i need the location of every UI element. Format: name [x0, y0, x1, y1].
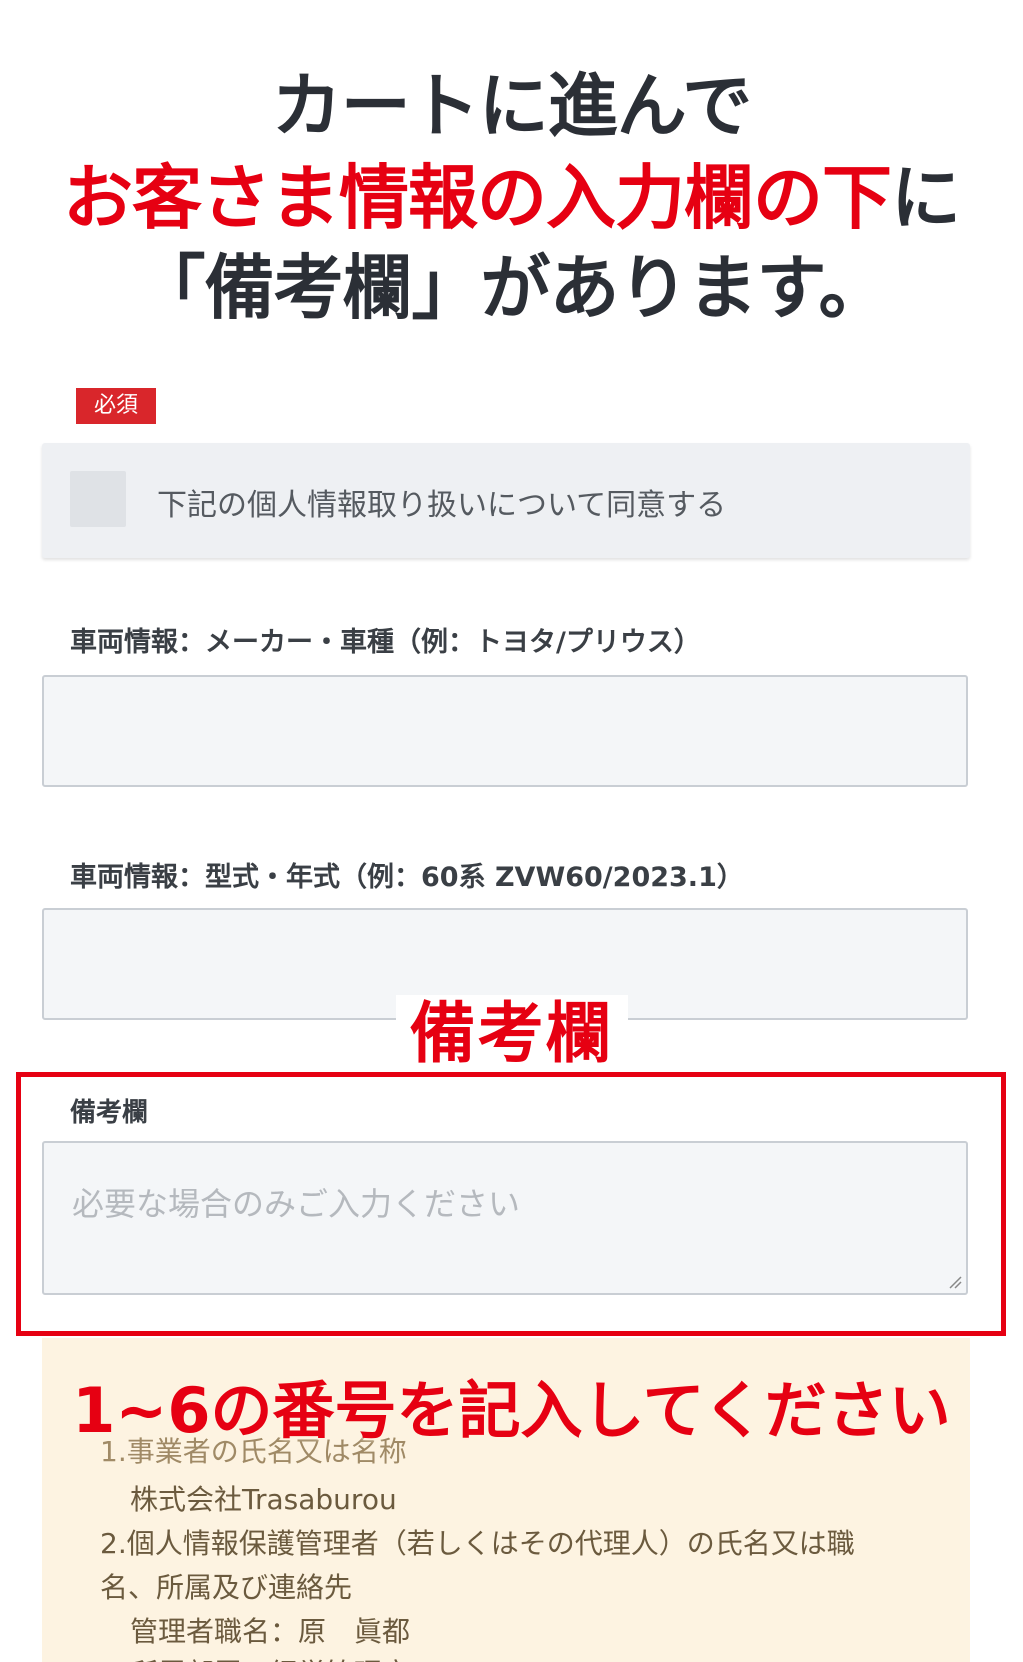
headline-line-3: 「備考欄」があります。 [135, 247, 889, 329]
vehicle-maker-input[interactable] [42, 675, 968, 787]
privacy-line-3: 2.個人情報保護管理者（若しくはその代理人）の氏名又は職 [100, 1527, 855, 1560]
remarks-label: 備考欄 [70, 1098, 149, 1128]
required-badge: 必須 [76, 388, 156, 424]
remarks-placeholder: 必要な場合のみご入力ください [72, 1185, 521, 1223]
page: カートに進んで お客さま情報の入力欄の下に 「備考欄」があります。 必須 下記の… [0, 0, 1023, 1662]
vehicle-model-label: 車両情報：型式・年式（例：60系 ZVW60/2023.1） [70, 862, 744, 893]
consent-checkbox-row[interactable]: 下記の個人情報取り扱いについて同意する [42, 443, 970, 558]
consent-checkbox[interactable] [70, 471, 126, 527]
privacy-line-2: 株式会社Trasaburou [130, 1483, 397, 1516]
privacy-line-5: 管理者職名：原 眞都 [130, 1615, 411, 1648]
privacy-line-4: 名、所属及び連絡先 [100, 1571, 353, 1604]
consent-label: 下記の個人情報取り扱いについて同意する [157, 488, 727, 523]
number-callout: 1~6の番号を記入してください [72, 1374, 951, 1447]
resize-handle-icon[interactable] [948, 1275, 962, 1289]
remarks-callout: 備考欄 [0, 980, 1023, 1076]
headline-line-2-highlight: お客さま情報の入力欄の下 [63, 157, 892, 239]
headline-line-2-suffix: に [891, 157, 961, 239]
headline-line-1: カートに進んで [271, 65, 753, 147]
remarks-callout-text: 備考欄 [395, 995, 628, 1072]
headline-line-2: お客さま情報の入力欄の下に [0, 142, 1023, 243]
privacy-line-6: 所属部署：経営管理室 [130, 1652, 410, 1662]
remarks-textarea[interactable]: 必要な場合のみご入力ください [42, 1141, 968, 1295]
vehicle-maker-label: 車両情報：メーカー・車種（例：トヨタ/プリウス） [70, 627, 701, 658]
